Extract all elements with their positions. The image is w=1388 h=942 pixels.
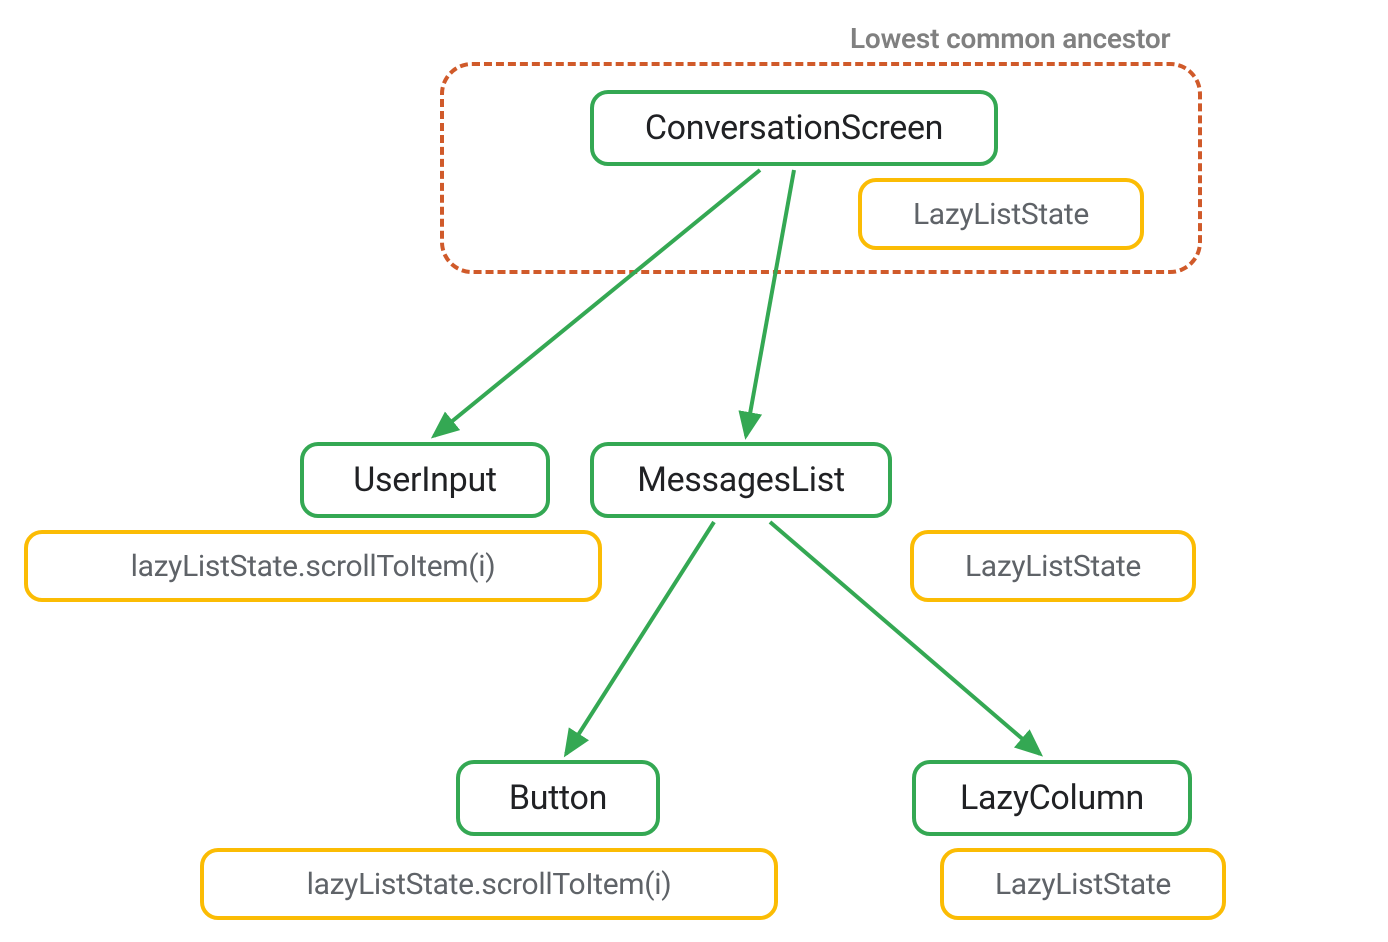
button-node: Button	[456, 760, 660, 836]
lazy-column-state-node: LazyListState	[940, 848, 1226, 920]
lazy-list-state-top-node: LazyListState	[858, 178, 1144, 250]
ancestor-label-text: Lowest common ancestor	[850, 22, 1170, 55]
user-input-node: UserInput	[300, 442, 550, 518]
user-input-state-node: lazyListState.scrollToItem(i)	[24, 530, 602, 602]
button-state-node: lazyListState.scrollToItem(i)	[200, 848, 778, 920]
conversation-screen-node: ConversationScreen	[590, 90, 998, 166]
messages-list-node: MessagesList	[590, 442, 892, 518]
lazy-column-node: LazyColumn	[912, 760, 1192, 836]
messages-list-state-node: LazyListState	[910, 530, 1196, 602]
